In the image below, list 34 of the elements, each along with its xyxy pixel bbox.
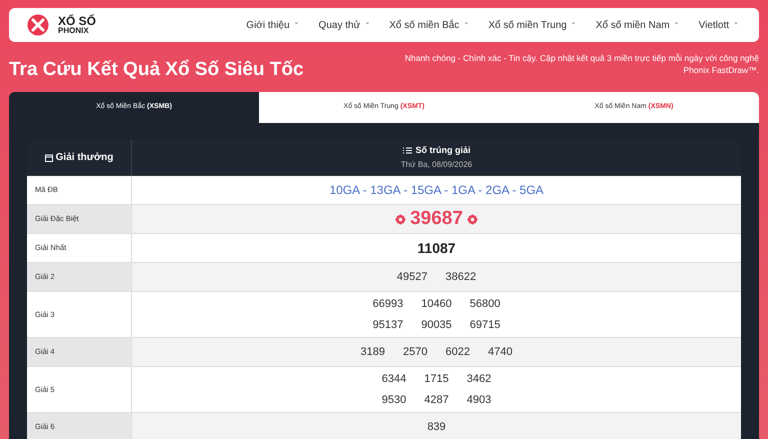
prize-number: 839: [427, 420, 446, 435]
flower-icon: [395, 214, 406, 224]
prize-number: 10460: [421, 297, 452, 312]
prize-number: 4740: [488, 344, 512, 360]
special-codes: 10GA - 13GA - 15GA - 1GA - 2GA - 5GA: [329, 182, 544, 199]
calendar-icon: [44, 154, 53, 162]
prize-number: 2570: [403, 344, 428, 360]
flower-icon: [466, 214, 478, 224]
prize-number: 90035: [421, 318, 452, 332]
logo-icon: [27, 14, 49, 36]
prize-number: 56800: [470, 297, 500, 312]
prize-number: 6344: [382, 372, 406, 387]
column-header: Số trúng giải: [402, 144, 470, 158]
prize-number: 9530: [382, 392, 406, 408]
prize-number: 66993: [372, 297, 404, 312]
prize-number: 3462: [466, 372, 492, 387]
page-title: Tra Cứu Kết Quả Xổ Số Siêu Tốc: [9, 58, 304, 82]
column-header: Giải thưởng: [27, 140, 132, 175]
list-icon: [402, 147, 412, 154]
prize-number: 69715: [470, 318, 500, 332]
draw-date: Thứ Ba, 08/09/2026: [400, 159, 472, 172]
prize-number: 49527: [396, 270, 428, 285]
prize-number: 3189: [360, 344, 386, 360]
logo-text: PHONIX: [58, 27, 90, 35]
prize-number: 38622: [446, 270, 476, 285]
prize-number: 1715: [424, 372, 449, 387]
tagline: Nhanh chóng - Chính xác - Tin cậy. Cập nhật kết quả 3 miền trực tiếp mỗi ngày với công nghệ Phonix FastDraw™.: [404, 52, 759, 76]
prize-number: 4903: [466, 392, 492, 408]
logo-text: XỔ SỐ: [58, 15, 96, 27]
prize-number: 11087: [417, 238, 456, 258]
prize-number: 39687: [410, 206, 463, 231]
prize-number: 4287: [424, 392, 449, 408]
prize-number: 95137: [372, 318, 404, 332]
prize-number: 6022: [446, 344, 470, 360]
